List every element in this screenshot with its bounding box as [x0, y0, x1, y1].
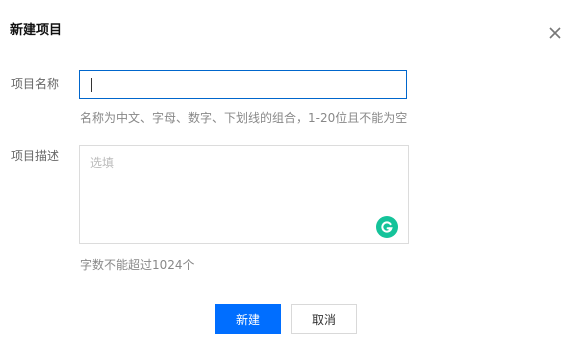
close-icon: [549, 27, 561, 39]
project-description-label: 项目描述: [11, 149, 60, 163]
close-button[interactable]: [544, 22, 566, 44]
grammarly-icon: [381, 221, 393, 233]
project-description-textarea[interactable]: 选填: [79, 145, 409, 244]
dialog-title: 新建项目: [10, 23, 63, 38]
project-name-input[interactable]: [79, 70, 407, 99]
project-name-hint: 名称为中文、字母、数字、下划线的组合，1-20位且不能为空: [80, 111, 408, 125]
description-length-hint: 字数不能超过1024个: [80, 258, 195, 272]
project-name-label: 项目名称: [11, 77, 60, 91]
create-button[interactable]: 新建: [215, 304, 281, 334]
text-caret: [91, 78, 92, 92]
cancel-button[interactable]: 取消: [291, 304, 357, 334]
description-placeholder: 选填: [90, 156, 115, 170]
new-project-dialog: 新建项目 项目名称 名称为中文、字母、数字、下划线的组合，1-20位且不能为空 …: [0, 0, 579, 355]
grammarly-button[interactable]: [376, 216, 398, 238]
